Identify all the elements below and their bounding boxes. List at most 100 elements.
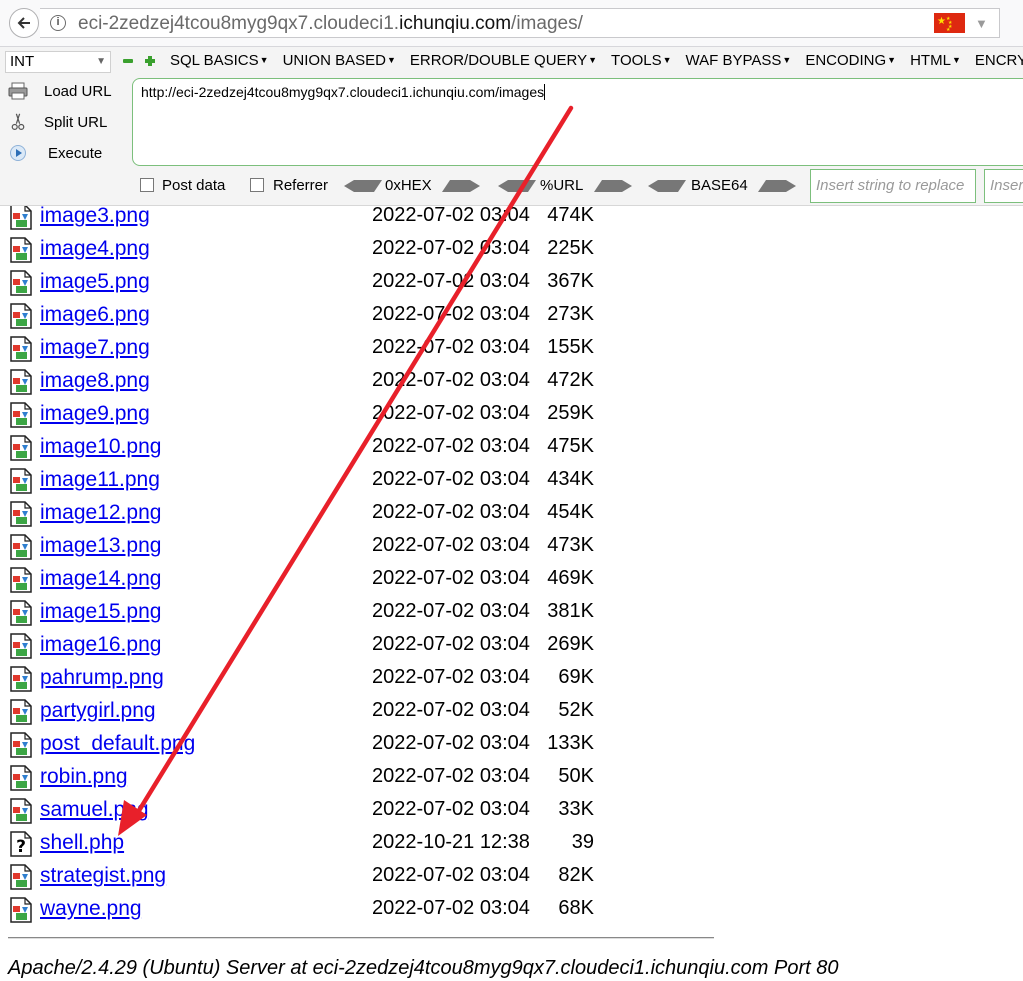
file-modified-date: 2022-07-02 03:04 bbox=[372, 303, 530, 325]
file-size: 454K bbox=[547, 501, 594, 523]
hex-encode-arrow-icon[interactable] bbox=[440, 180, 480, 192]
chevron-down-icon[interactable]: ▼ bbox=[975, 16, 988, 31]
hackbar-url-textarea[interactable]: http://eci-2zedzej4tcou8myg9qx7.cloudeci… bbox=[132, 78, 1023, 166]
hackbar-menu-encoding[interactable]: ENCODING▼ bbox=[805, 52, 896, 69]
hex-decode-arrow-icon[interactable] bbox=[344, 180, 384, 192]
caret-down-icon: ▼ bbox=[259, 55, 269, 65]
file-size: 474K bbox=[547, 204, 594, 226]
hackbar-menu-label: TOOLS bbox=[611, 52, 662, 69]
hackbar-menu-label: ENCRYPTION bbox=[974, 52, 1023, 69]
url-decode-arrow-icon[interactable] bbox=[498, 180, 538, 192]
file-size: 473K bbox=[547, 534, 594, 556]
hackbar-menu-encryption[interactable]: ENCRYPTION bbox=[975, 52, 1023, 69]
url-field[interactable]: i eci-2zedzej4tcou8myg9qx7.cloudeci1.ich… bbox=[40, 8, 1000, 38]
load-url-label: Load URL bbox=[44, 83, 112, 100]
file-link[interactable]: shell.php bbox=[40, 831, 124, 855]
file-link[interactable]: wayne.png bbox=[40, 897, 142, 921]
file-link[interactable]: image8.png bbox=[40, 369, 150, 393]
hackbar-menu-union-based[interactable]: UNION BASED▼ bbox=[283, 52, 396, 69]
post-data-checkbox[interactable] bbox=[140, 178, 154, 192]
file-link[interactable]: image6.png bbox=[40, 303, 150, 327]
file-modified-date: 2022-07-02 03:04 bbox=[372, 501, 530, 523]
execute-label: Execute bbox=[48, 145, 103, 162]
china-flag-icon[interactable]: ★ ★ ★ ★ ★ bbox=[934, 13, 965, 33]
file-size: 68K bbox=[558, 897, 594, 919]
file-link[interactable]: image5.png bbox=[40, 270, 150, 294]
file-link[interactable]: image14.png bbox=[40, 567, 161, 591]
base64-encode-arrow-icon[interactable] bbox=[756, 180, 796, 192]
hex-label: 0xHEX bbox=[385, 177, 432, 194]
hackbar-menu-waf-bypass[interactable]: WAF BYPASS▼ bbox=[686, 52, 792, 69]
plus-icon[interactable] bbox=[145, 56, 155, 66]
file-row: wayne.png 2022-07-02 03:04 68K bbox=[0, 894, 700, 927]
play-icon bbox=[10, 145, 26, 161]
file-size: 475K bbox=[547, 435, 594, 457]
file-row: robin.png 2022-07-02 03:04 50K bbox=[0, 762, 700, 795]
file-size: 50K bbox=[558, 765, 594, 787]
file-size: 225K bbox=[547, 237, 594, 259]
file-modified-date: 2022-07-02 03:04 bbox=[372, 534, 530, 556]
file-link[interactable]: image3.png bbox=[40, 204, 150, 228]
file-link[interactable]: image11.png bbox=[40, 468, 160, 492]
file-modified-date: 2022-07-02 03:04 bbox=[372, 567, 530, 589]
db-type-select[interactable]: INT ▼ bbox=[5, 51, 111, 73]
image-file-icon bbox=[10, 270, 32, 296]
file-size: 434K bbox=[547, 468, 594, 490]
image-file-icon bbox=[10, 468, 32, 494]
file-modified-date: 2022-07-02 03:04 bbox=[372, 633, 530, 655]
file-link[interactable]: strategist.png bbox=[40, 864, 166, 888]
file-row: strategist.png 2022-07-02 03:04 82K bbox=[0, 861, 700, 894]
split-url-button[interactable]: Split URL bbox=[6, 111, 126, 137]
file-modified-date: 2022-07-02 03:04 bbox=[372, 765, 530, 787]
file-link[interactable]: image10.png bbox=[40, 435, 161, 459]
file-link[interactable]: image16.png bbox=[40, 633, 161, 657]
url-encode-arrow-icon[interactable] bbox=[592, 180, 632, 192]
caret-down-icon: ▼ bbox=[588, 55, 598, 65]
file-link[interactable]: image4.png bbox=[40, 237, 150, 261]
image-file-icon bbox=[10, 798, 32, 824]
replace-string-input[interactable]: Insert string to replace bbox=[810, 169, 976, 203]
hackbar-menu-sql-basics[interactable]: SQL BASICS▼ bbox=[170, 52, 269, 69]
split-url-label: Split URL bbox=[44, 114, 108, 131]
file-row: ? shell.php 2022-10-21 12:38 39 bbox=[0, 828, 700, 861]
file-size: 273K bbox=[547, 303, 594, 325]
footer-divider bbox=[8, 937, 714, 939]
hackbar-menu-tools[interactable]: TOOLS▼ bbox=[611, 52, 672, 69]
base64-decode-arrow-icon[interactable] bbox=[648, 180, 688, 192]
file-size: 39 bbox=[571, 831, 594, 853]
file-link[interactable]: samuel.png bbox=[40, 798, 149, 822]
file-link[interactable]: pahrump.png bbox=[40, 666, 164, 690]
file-size: 367K bbox=[547, 270, 594, 292]
load-url-button[interactable]: Load URL bbox=[6, 80, 126, 106]
execute-button[interactable]: Execute bbox=[6, 142, 126, 168]
hackbar-menu-html[interactable]: HTML▼ bbox=[910, 52, 961, 69]
file-size: 469K bbox=[547, 567, 594, 589]
info-icon[interactable]: i bbox=[50, 15, 66, 31]
file-link[interactable]: image9.png bbox=[40, 402, 150, 426]
hackbar-menu-error-double-query[interactable]: ERROR/DOUBLE QUERY▼ bbox=[410, 52, 597, 69]
file-link[interactable]: post_default.png bbox=[40, 732, 195, 756]
image-file-icon bbox=[10, 501, 32, 527]
file-row: image13.png 2022-07-02 03:04 473K bbox=[0, 531, 700, 564]
file-link[interactable]: image12.png bbox=[40, 501, 161, 525]
file-link[interactable]: image13.png bbox=[40, 534, 161, 558]
back-button[interactable] bbox=[9, 8, 39, 38]
file-link[interactable]: robin.png bbox=[40, 765, 128, 789]
file-row: image14.png 2022-07-02 03:04 469K bbox=[0, 564, 700, 597]
referrer-checkbox[interactable] bbox=[250, 178, 264, 192]
replacing-string-input[interactable]: Insert replacing string bbox=[984, 169, 1023, 203]
file-link[interactable]: image7.png bbox=[40, 336, 150, 360]
file-link[interactable]: image15.png bbox=[40, 600, 161, 624]
file-size: 33K bbox=[558, 798, 594, 820]
file-size: 381K bbox=[547, 600, 594, 622]
file-size: 82K bbox=[558, 864, 594, 886]
image-file-icon bbox=[10, 567, 32, 593]
file-link[interactable]: partygirl.png bbox=[40, 699, 156, 723]
hackbar-options: Post data Referrer 0xHEX %URL BASE64 Ins… bbox=[0, 169, 1023, 204]
file-modified-date: 2022-07-02 03:04 bbox=[372, 237, 530, 259]
image-file-icon bbox=[10, 237, 32, 263]
file-row: image6.png 2022-07-02 03:04 273K bbox=[0, 300, 700, 333]
minus-icon[interactable] bbox=[123, 56, 133, 66]
image-file-icon bbox=[10, 600, 32, 626]
file-row: image10.png 2022-07-02 03:04 475K bbox=[0, 432, 700, 465]
